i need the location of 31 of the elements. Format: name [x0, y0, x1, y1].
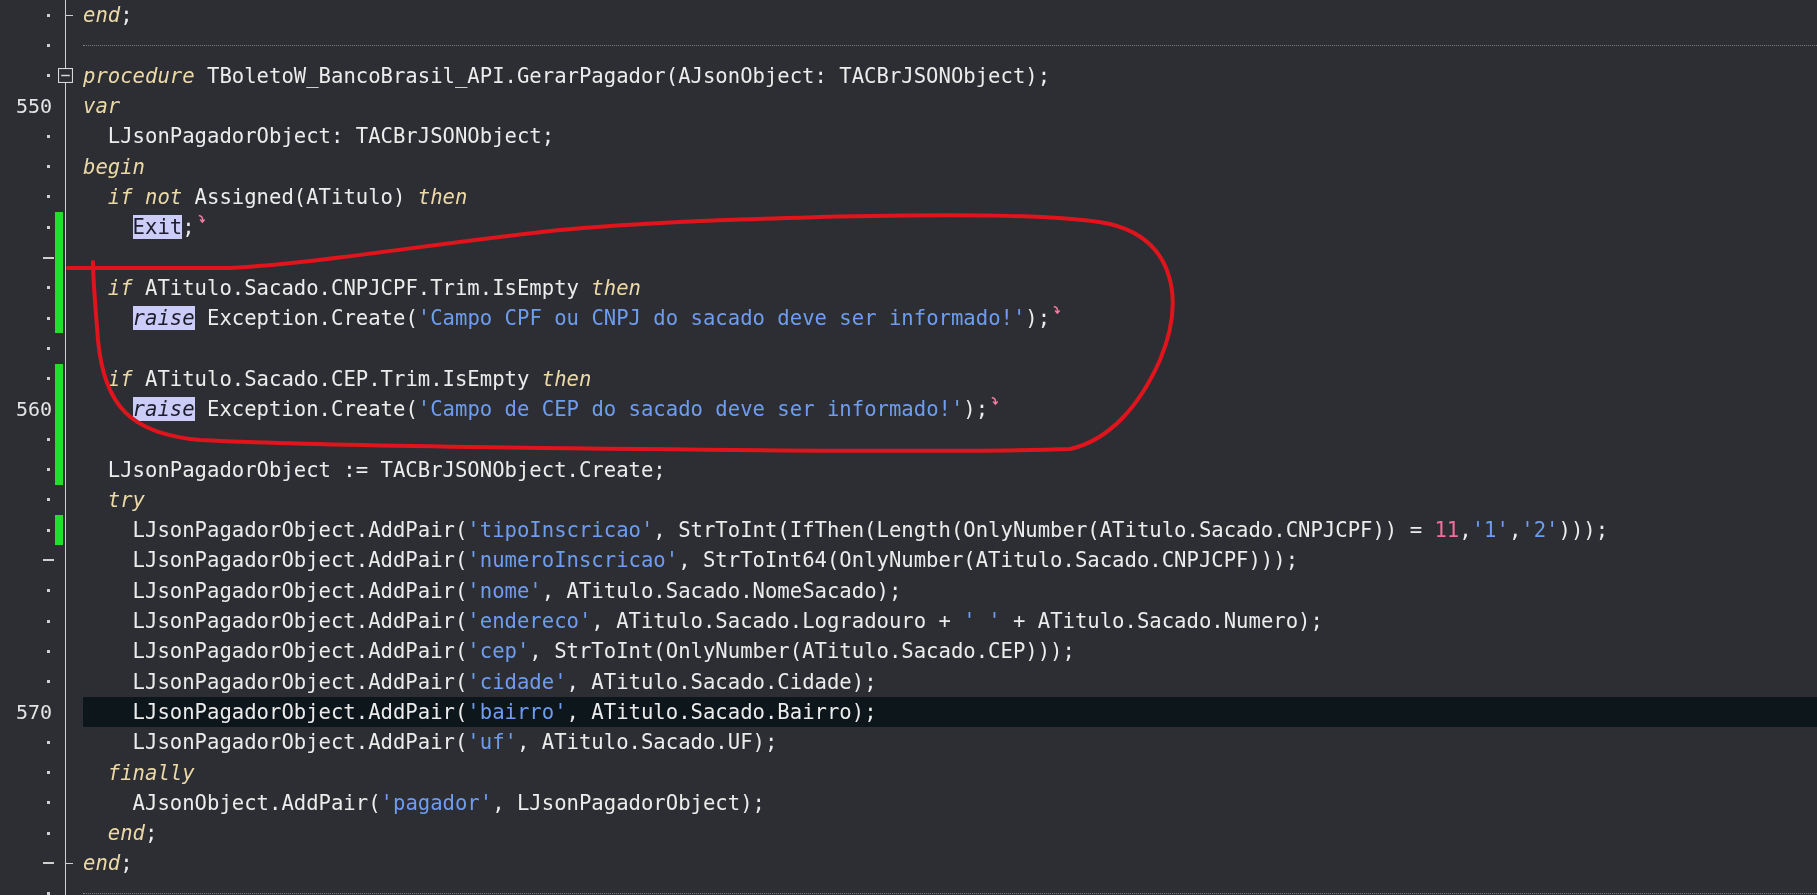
code-line: LJsonPagadorObject.AddPair('uf', ATitulo.Sacado.UF); [131, 730, 778, 755]
code-line: LJsonPagadorObject.AddPair('nome', ATitulo.Sacado.NomeSacado); [131, 578, 902, 603]
code-line: LJsonPagadorObject.AddPair('endereco', ATitulo.Sacado.Logradouro + ' ' + ATitulo.Sacado.Numero); [131, 609, 1323, 634]
code-line: LJsonPagadorObject.AddPair('cep', StrToInt(OnlyNumber(ATitulo.Sacado.CEP))); [131, 639, 1075, 664]
line-number: 550 [15, 94, 52, 119]
code-line: try [106, 487, 145, 512]
code-line: if not Assigned(ATitulo) then [106, 184, 468, 209]
code-line: LJsonPagadorObject: TACBrJSONObject; [106, 124, 555, 149]
collapse-icon[interactable] [58, 68, 73, 84]
line-number: 560 [15, 397, 52, 421]
code-line: LJsonPagadorObject.AddPair('bairro', ATitulo.Sacado.Bairro); [131, 699, 877, 724]
code-line: if ATitulo.Sacado.CEP.Trim.IsEmpty then [106, 366, 592, 391]
code-line: begin [83, 154, 145, 179]
code-line: LJsonPagadorObject.AddPair('numeroInscricao', StrToInt64(OnlyNumber(ATitulo.Sacado.CNPJCPF))); [131, 548, 1299, 573]
gutter-dash-icon [43, 862, 54, 865]
code-line: end; [83, 3, 133, 28]
code-line: finally [106, 760, 195, 785]
code-line: procedure TBoletoW_BancoBrasil_API.GerarPagador(AJsonObject: TACBrJSONObject); [83, 63, 1051, 88]
code-line: LJsonPagadorObject := TACBrJSONObject.Create; [106, 457, 666, 482]
code-line: var [83, 94, 121, 119]
code-line: raise Exception.Create('Campo CPF ou CNPJ do sacado deve ser informado!'); [131, 306, 1051, 331]
code-line: LJsonPagadorObject.AddPair('tipoInscricao', StrToInt(IfThen(Length(OnlyNumber(ATitulo.Sacado.CNPJCPF)) = 11,'1','2'))); [131, 518, 1609, 543]
gutter-dash-icon [43, 559, 54, 562]
code-line: end; [83, 851, 133, 876]
code-line: AJsonObject.AddPair('pagador', LJsonPagadorObject); [131, 790, 765, 815]
line-number: 570 [15, 699, 52, 724]
gutter-dash-icon [43, 256, 54, 259]
code-line: LJsonPagadorObject.AddPair('cidade', ATitulo.Sacado.Cidade); [131, 669, 877, 694]
code-line: if ATitulo.Sacado.CNPJCPF.Trim.IsEmpty then [106, 275, 641, 300]
code-line: raise Exception.Create('Campo de CEP do sacado deve ser informado!'); [131, 397, 989, 421]
code-line: end; [106, 821, 158, 846]
